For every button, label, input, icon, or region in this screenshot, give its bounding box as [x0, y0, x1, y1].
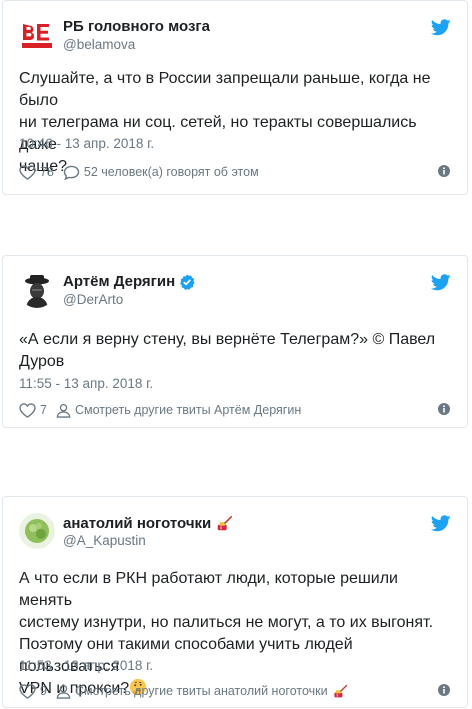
reply-text: 52 человек(а) говорят об этом	[83, 165, 259, 179]
tweet-actions: 78 52 человек(а) говорят об этом	[19, 163, 451, 181]
tweet-text-line: Дуров	[19, 353, 65, 370]
author-handle[interactable]: @belamova	[63, 37, 135, 52]
tweet-text: Слушайте, а что в России запрещали раньш…	[19, 68, 451, 178]
info-icon[interactable]	[437, 683, 451, 697]
person-icon	[56, 684, 71, 699]
tweet-text-line: «А если я верну стену, вы вернёте Телегр…	[19, 331, 436, 348]
twitter-bird-icon[interactable]	[431, 515, 451, 532]
tweet-text-line: Слушайте, а что в России запрещали раньш…	[19, 70, 431, 109]
author-name[interactable]: анатолий ноготочки	[63, 514, 233, 532]
like-count: 7	[40, 403, 47, 417]
avatar[interactable]	[19, 17, 55, 53]
avatar[interactable]	[19, 513, 55, 549]
reply-button[interactable]: 52 человек(а) говорят об этом	[63, 165, 259, 180]
twitter-bird-icon[interactable]	[431, 19, 451, 36]
heart-icon	[19, 165, 36, 180]
like-count: 78	[40, 165, 54, 179]
tweet-card[interactable]: РБ головного мозга @belamova Слушайте, а…	[2, 0, 468, 195]
author-handle[interactable]: @A_Kapustin	[63, 533, 146, 548]
info-icon[interactable]	[437, 402, 451, 416]
tweet-actions: 7 Смотреть другие твиты Артём Дерягин	[19, 401, 451, 419]
heart-icon	[19, 403, 36, 418]
author-name[interactable]: РБ головного мозга	[63, 18, 210, 35]
author-handle[interactable]: @DerArto	[63, 292, 123, 307]
profile-link-text: Смотреть другие твиты анатолий ноготочки	[74, 684, 328, 698]
nail-polish-emoji	[215, 514, 233, 532]
nail-polish-emoji	[332, 683, 348, 699]
like-button[interactable]: 78	[19, 165, 54, 180]
tweet-header: анатолий ноготочки @A_Kapustin	[19, 511, 451, 551]
tweet-text: А что если в РКН работают люди, которые …	[19, 568, 451, 700]
tweet-timestamp[interactable]: 11:53 - 13 апр. 2018 г.	[19, 658, 153, 673]
like-count: 9	[40, 684, 47, 698]
person-icon	[56, 403, 71, 418]
profile-link-text: Смотреть другие твиты Артём Дерягин	[74, 403, 302, 417]
tweet-header: РБ головного мозга @belamova	[19, 15, 451, 55]
tweet-timestamp[interactable]: 11:55 - 13 апр. 2018 г.	[19, 376, 153, 391]
avatar[interactable]	[19, 272, 55, 308]
tweet-text-line: А что если в РКН работают люди, которые …	[19, 570, 398, 609]
profile-link[interactable]: Смотреть другие твиты Артём Дерягин	[56, 403, 301, 418]
tweet-timestamp[interactable]: 10:46 - 13 апр. 2018 г.	[19, 136, 154, 151]
like-button[interactable]: 7	[19, 403, 47, 418]
reply-bubble-icon	[63, 165, 80, 180]
profile-link[interactable]: Смотреть другие твиты анатолий ноготочки	[56, 683, 348, 699]
author-name[interactable]: Артём Дерягин	[63, 273, 195, 290]
info-icon[interactable]	[437, 164, 451, 178]
tweet-card[interactable]: Артём Дерягин @DerArto «А если я верну с…	[2, 255, 468, 428]
tweet-text-line: систему изнутри, но палиться не могут, а…	[19, 614, 434, 631]
tweet-card[interactable]: анатолий ноготочки @A_Kapustin А что есл…	[2, 496, 468, 708]
tweet-actions: 9 Смотреть другие твиты анатолий ноготоч…	[19, 682, 451, 700]
like-button[interactable]: 9	[19, 684, 47, 699]
twitter-bird-icon[interactable]	[431, 274, 451, 291]
verified-badge-icon	[179, 274, 195, 290]
tweet-text: «А если я верну стену, вы вернёте Телегр…	[19, 329, 451, 373]
heart-icon	[19, 684, 36, 699]
tweet-header: Артём Дерягин @DerArto	[19, 270, 451, 310]
